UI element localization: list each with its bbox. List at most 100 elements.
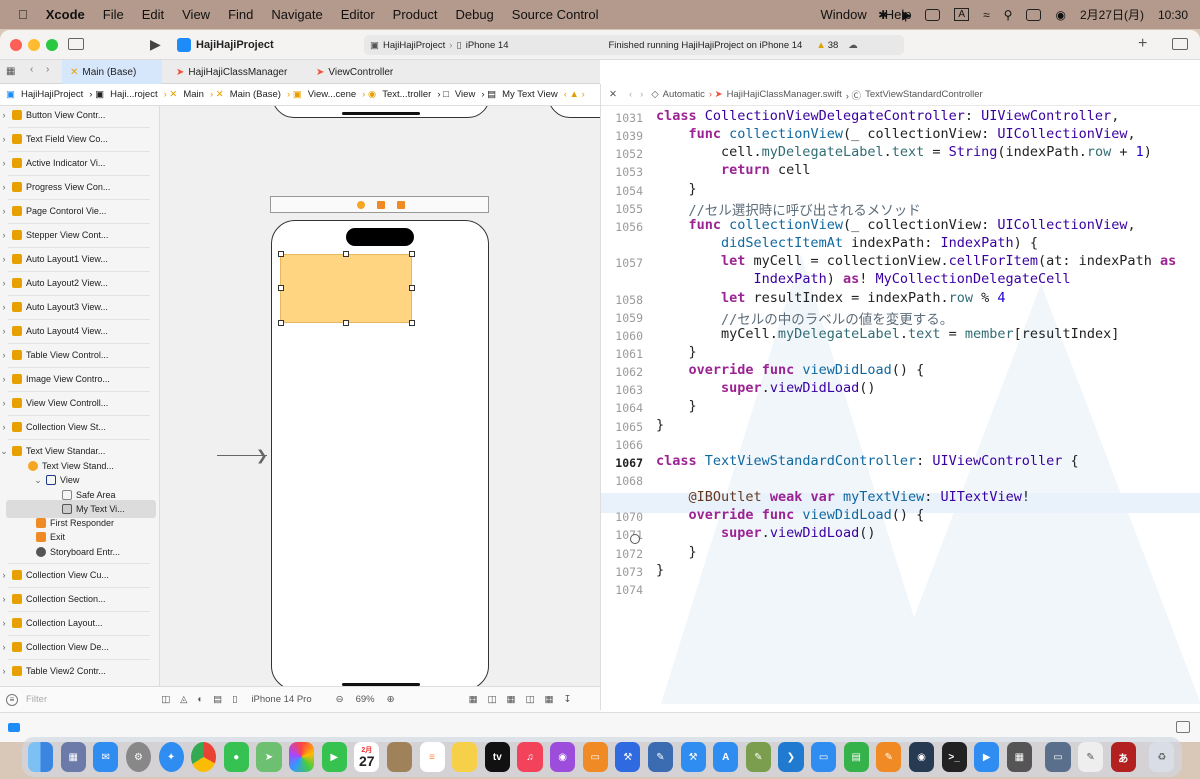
embed-in-icon[interactable]: ◫ [488, 694, 497, 705]
zoom-level[interactable]: 69% [356, 694, 375, 705]
outline-item[interactable]: › Table View2 Contr... [0, 662, 159, 680]
appearance-icon[interactable]: ◬ [180, 694, 187, 705]
code-line[interactable]: 1039 func collectionView(_ collectionVie… [601, 126, 1200, 144]
outline-item[interactable]: › Page Contorol Vie... [0, 202, 159, 220]
code-line[interactable]: 1074 [601, 580, 1200, 598]
trash-icon[interactable]: ♻ [1149, 742, 1175, 772]
outline-item[interactable]: › Auto Layout1 View... [0, 250, 159, 268]
wifi-icon[interactable]: ≈ [983, 8, 990, 22]
jump-item[interactable]: View...cene [308, 89, 356, 100]
settings-icon[interactable]: ⚙ [125, 742, 151, 772]
warning-icon[interactable]: ‹ ▲ › [564, 89, 585, 100]
preview-icon[interactable]: ✎ [647, 742, 673, 772]
menu-edit[interactable]: Edit [142, 7, 164, 22]
podcasts-icon[interactable]: ◉ [550, 742, 576, 772]
sidebar-toggle-icon[interactable] [68, 38, 84, 50]
facetime-icon[interactable]: ▶ [321, 742, 347, 772]
calendar-icon[interactable]: 2月 27 [354, 742, 380, 772]
input-mode-indicator[interactable]: A [954, 8, 970, 21]
code-editor[interactable]: ✕ ‹ › ◇ Automatic › ➤ HajiHajiClassManag… [600, 84, 1200, 710]
code-line[interactable]: 1070 override func viewDidLoad() { [601, 507, 1200, 525]
chrome-icon[interactable] [191, 742, 217, 772]
jump-item[interactable]: View [455, 89, 475, 100]
resize-handle[interactable] [409, 320, 415, 326]
outline-item[interactable]: › Collection Section... [0, 590, 159, 608]
stickies-icon[interactable] [452, 742, 478, 772]
notes-app-icon[interactable] [386, 742, 412, 772]
outline-toggle-icon[interactable]: ◫ [161, 694, 170, 705]
minimize-window-button[interactable] [28, 39, 40, 51]
code-line[interactable]: 1053 return cell [601, 162, 1200, 180]
device-name[interactable]: iPhone 14 Pro [251, 694, 311, 705]
music-icon[interactable]: ♫ [517, 742, 543, 772]
zoom-in-icon[interactable]: ⊕ [387, 694, 395, 705]
menu-editor[interactable]: Editor [341, 7, 375, 22]
activity-view[interactable]: ▣ HajiHajiProject › ▯ iPhone 14 Finished… [364, 35, 904, 55]
messages-icon[interactable]: ● [223, 742, 249, 772]
code-line[interactable]: 1063 super.viewDidLoad() [601, 380, 1200, 398]
menu-debug[interactable]: Debug [455, 7, 493, 22]
code-line[interactable]: 1059 //セルの中のラベルの値を変更する。 [601, 308, 1200, 328]
jump-file[interactable]: HajiHajiClassManager.swift [727, 89, 842, 100]
resize-handle[interactable] [409, 285, 415, 291]
outline-item[interactable]: › Table View Control... [0, 346, 159, 364]
outline-item[interactable]: › Collection View St... [0, 418, 159, 436]
code-line[interactable]: 1066 [601, 435, 1200, 453]
filter-icon[interactable]: ≡ [6, 693, 18, 706]
update-frames-icon[interactable]: ▦ [469, 694, 478, 705]
apple-icon[interactable]:  [18, 7, 28, 22]
scheme-name[interactable]: HajiHajiProject [383, 40, 445, 51]
numbers-icon[interactable]: ▤ [843, 742, 869, 772]
code-line[interactable]: 1065} [601, 417, 1200, 435]
jump-item[interactable]: Text...troller [382, 89, 431, 100]
code-line[interactable]: IndexPath) as! MyCollectionDelegateCell [601, 271, 1200, 289]
keynote-icon[interactable]: ▭ [811, 742, 837, 772]
tab-main-base[interactable]: ✕ Main (Base) [62, 60, 162, 84]
code-line[interactable]: 1052 cell.myDelegateLabel.text = String(… [601, 144, 1200, 162]
navigator-toggle-icon[interactable] [8, 723, 20, 732]
code-line[interactable]: 1055 //セル選択時に呼び出されるメソッド [601, 199, 1200, 219]
menu-file[interactable]: File [103, 7, 124, 22]
outline-item[interactable]: › Auto Layout4 View... [0, 322, 159, 340]
spotlight-icon[interactable]: ⚲ [1004, 8, 1013, 22]
jump-item[interactable]: Main (Base) [230, 89, 281, 100]
tab-class-manager[interactable]: ➤ HajiHajiClassManager [176, 60, 287, 84]
app-store-icon[interactable]: A [713, 742, 739, 772]
menu-app-name[interactable]: Xcode [46, 7, 85, 22]
inspector-toggle-icon[interactable] [1172, 38, 1188, 50]
code-line[interactable]: @IBOutlet weak var myTextView: UITextVie… [601, 489, 1200, 507]
zoom-icon[interactable]: ▶ [974, 742, 1000, 772]
launchpad-icon[interactable]: ▦ [60, 742, 86, 772]
maps-icon[interactable]: ➤ [256, 742, 282, 772]
align-icon[interactable]: ▦ [507, 694, 516, 705]
outline-item[interactable]: › Auto Layout2 View... [0, 274, 159, 292]
outlet-connection-icon[interactable] [630, 534, 640, 544]
vscode-icon[interactable]: ❯ [778, 742, 804, 772]
code-line[interactable]: 1031 class CollectionViewDelegateControll… [601, 108, 1200, 126]
code-line[interactable]: 1057 let myCell = collectionView.cellFor… [601, 253, 1200, 271]
jump-item[interactable]: HajiHajiProject [21, 89, 83, 100]
simulator-window-icon[interactable]: ▭ [1045, 742, 1071, 772]
textedit-icon[interactable]: ✎ [1078, 742, 1104, 772]
outline-item[interactable]: › Progress View Con... [0, 178, 159, 196]
zoom-out-icon[interactable]: ⊖ [336, 694, 344, 705]
controller-icon[interactable] [357, 201, 365, 209]
jump-symbol[interactable]: TextViewStandardController [865, 89, 983, 100]
menu-find[interactable]: Find [228, 7, 253, 22]
forward-icon[interactable]: › [46, 64, 49, 75]
resize-handle[interactable] [343, 251, 349, 257]
jump-item[interactable]: Main [183, 89, 204, 100]
run-destination[interactable]: iPhone 14 [466, 40, 509, 51]
outline-item[interactable]: › Collection View De... [0, 638, 159, 656]
code-line[interactable]: didSelectItemAt indexPath: IndexPath) { [601, 235, 1200, 253]
run-icon[interactable]: ▶ [150, 36, 161, 53]
scene-dock[interactable] [270, 196, 489, 213]
dark-mode-icon[interactable]: ◐ [197, 694, 203, 705]
books-icon[interactable]: ▭ [582, 742, 608, 772]
my-text-view[interactable] [280, 254, 412, 323]
add-constraints-icon[interactable]: ◫ [526, 694, 535, 705]
cloud-icon[interactable]: ☁ [848, 40, 858, 51]
reminders-icon[interactable]: ≡ [419, 742, 445, 772]
outline-item[interactable]: › Active Indicator Vi... [0, 154, 159, 172]
code-line[interactable]: 1068 [601, 471, 1200, 489]
